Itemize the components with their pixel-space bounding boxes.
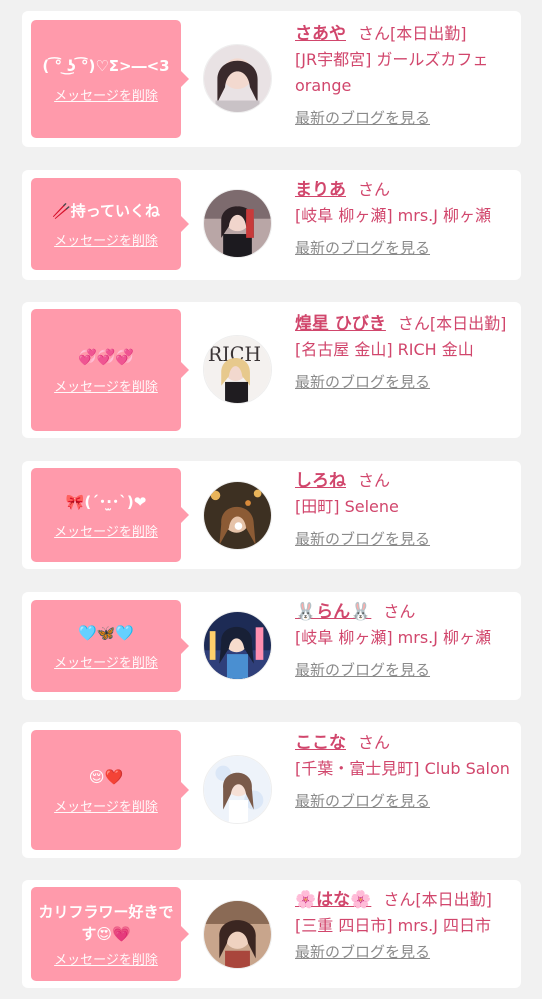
- message-bubble: ( ͡° ͜ʖ ͡°)♡Σ>―<3 メッセージを削除: [31, 20, 189, 138]
- message-text: 🩵🦋🩵: [77, 623, 135, 642]
- avatar[interactable]: [203, 481, 272, 550]
- message-card: 💞💞💞 メッセージを削除 RICH 煌星 ひびき さん[本日出勤] [名古屋 金山…: [22, 302, 521, 438]
- cast-info: さあや さん[本日出勤] [JR宇都宮] ガールズカフェ orange 最新のブロ…: [295, 21, 517, 128]
- cast-status: さん[本日出勤]: [383, 890, 492, 909]
- message-text: 🎀(ˊ･·̫･ˋ)❤: [65, 492, 147, 511]
- shop-name: [岐阜 柳ヶ瀬] mrs.J 柳ヶ瀬: [295, 628, 492, 647]
- delete-message-link[interactable]: メッセージを削除: [54, 230, 158, 249]
- message-bubble: 🥢持っていくね メッセージを削除: [31, 178, 189, 270]
- blog-link[interactable]: 最新のブログを見る: [295, 790, 430, 811]
- blog-link[interactable]: 最新のブログを見る: [295, 941, 430, 962]
- cast-status: さん: [383, 602, 416, 621]
- message-bubble: 🩵🦋🩵 メッセージを削除: [31, 600, 189, 692]
- cast-name-link[interactable]: 🐰らん🐰: [295, 602, 371, 622]
- message-card: 🎀(ˊ･·̫･ˋ)❤ メッセージを削除 しろね さん [田町] Selene 最新…: [22, 461, 521, 569]
- cast-status: さん: [358, 180, 391, 199]
- delete-message-link[interactable]: メッセージを削除: [54, 949, 158, 968]
- shop-name: [三重 四日市] mrs.J 四日市: [295, 916, 492, 935]
- message-text: 💞💞💞: [77, 347, 135, 366]
- cast-name-link[interactable]: まりあ: [295, 180, 346, 200]
- avatar[interactable]: RICH: [203, 335, 272, 404]
- blog-link[interactable]: 最新のブログを見る: [295, 237, 430, 258]
- message-text: 😌❤️: [88, 767, 124, 786]
- message-text: ( ͡° ͜ʖ ͡°)♡Σ>―<3: [42, 56, 170, 75]
- blog-link[interactable]: 最新のブログを見る: [295, 371, 430, 392]
- message-card: ( ͡° ͜ʖ ͡°)♡Σ>―<3 メッセージを削除 さあや さん[本日出勤] […: [22, 11, 521, 147]
- cast-info: ここな さん [千葉・富士見町] Club Salon 最新のブログを見る: [295, 730, 517, 811]
- cast-status: さん[本日出勤]: [397, 314, 507, 333]
- cast-status: さん: [358, 733, 391, 752]
- message-card: 😌❤️ メッセージを削除 ここな さん [千葉・富士見町] Club Salon …: [22, 722, 521, 858]
- message-bubble: 😌❤️ メッセージを削除: [31, 730, 189, 850]
- cast-info: 煌星 ひびき さん[本日出勤] [名古屋 金山] RICH 金山 最新のブログを見…: [295, 311, 517, 392]
- shop-name: [田町] Selene: [295, 497, 399, 516]
- cast-status: さん[本日出勤]: [358, 24, 467, 43]
- shop-name: [名古屋 金山] RICH 金山: [295, 340, 474, 359]
- cast-info: まりあ さん [岐阜 柳ヶ瀬] mrs.J 柳ヶ瀬 最新のブログを見る: [295, 177, 517, 258]
- blog-link[interactable]: 最新のブログを見る: [295, 659, 430, 680]
- delete-message-link[interactable]: メッセージを削除: [54, 521, 158, 540]
- shop-name: [千葉・富士見町] Club Salon: [295, 759, 510, 778]
- message-bubble: 🎀(ˊ･·̫･ˋ)❤ メッセージを削除: [31, 468, 189, 562]
- message-card: 🥢持っていくね メッセージを削除 まりあ さん [岐阜 柳ヶ瀬] mrs.J 柳ヶ…: [22, 170, 521, 280]
- avatar[interactable]: [203, 755, 272, 824]
- avatar[interactable]: [203, 900, 272, 969]
- cast-name-link[interactable]: 煌星 ひびき: [295, 314, 386, 334]
- delete-message-link[interactable]: メッセージを削除: [54, 376, 158, 395]
- cast-info: しろね さん [田町] Selene 最新のブログを見る: [295, 468, 517, 549]
- cast-info: 🌸はな🌸 さん[本日出勤] [三重 四日市] mrs.J 四日市 最新のブログを見…: [295, 887, 517, 962]
- message-bubble: カリフラワー好きです😍💗 メッセージを削除: [31, 887, 189, 981]
- delete-message-link[interactable]: メッセージを削除: [54, 652, 158, 671]
- cast-name-link[interactable]: 🌸はな🌸: [295, 890, 371, 910]
- avatar[interactable]: [203, 189, 272, 258]
- avatar[interactable]: [203, 44, 272, 113]
- delete-message-link[interactable]: メッセージを削除: [54, 796, 158, 815]
- blog-link[interactable]: 最新のブログを見る: [295, 528, 430, 549]
- blog-link[interactable]: 最新のブログを見る: [295, 107, 430, 128]
- cast-status: さん: [358, 471, 391, 490]
- avatar[interactable]: [203, 611, 272, 680]
- shop-name: [JR宇都宮] ガールズカフェ orange: [295, 50, 489, 95]
- message-bubble: 💞💞💞 メッセージを削除: [31, 309, 189, 431]
- message-text: 🥢持っていくね: [52, 201, 160, 220]
- message-card: カリフラワー好きです😍💗 メッセージを削除 🌸はな🌸 さん[本日出勤] [三重 四…: [22, 880, 521, 988]
- delete-message-link[interactable]: メッセージを削除: [54, 85, 158, 104]
- cast-name-link[interactable]: さあや: [295, 24, 346, 44]
- cast-name-link[interactable]: しろね: [295, 471, 346, 491]
- shop-name: [岐阜 柳ヶ瀬] mrs.J 柳ヶ瀬: [295, 206, 492, 225]
- cast-name-link[interactable]: ここな: [295, 733, 346, 753]
- message-card: 🩵🦋🩵 メッセージを削除 🐰らん🐰 さん [岐阜 柳ヶ瀬] mrs.J 柳ヶ瀬 最…: [22, 592, 521, 700]
- message-text: カリフラワー好きです😍💗: [38, 902, 174, 943]
- cast-info: 🐰らん🐰 さん [岐阜 柳ヶ瀬] mrs.J 柳ヶ瀬 最新のブログを見る: [295, 599, 517, 680]
